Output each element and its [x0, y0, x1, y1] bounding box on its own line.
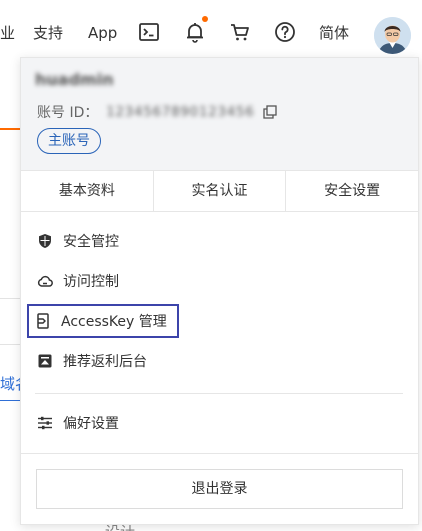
menu-item-label: 访问控制: [63, 274, 119, 290]
menu-item-label: AccessKey 管理: [61, 314, 167, 330]
nav-item-language[interactable]: 简体: [319, 22, 349, 44]
nav-item-support[interactable]: 支持: [33, 22, 63, 44]
cloud-icon: [37, 275, 53, 287]
account-id-row: 账号 ID： 1234567890123456: [37, 102, 277, 122]
key-icon: [37, 313, 49, 329]
bell-icon[interactable]: [183, 20, 207, 44]
account-dropdown: huadmin 账号 ID： 1234567890123456 主账号 基本资料…: [20, 57, 419, 525]
tab-basic-info[interactable]: 基本资料: [21, 171, 154, 211]
sliders-icon: [38, 416, 52, 430]
logout-button[interactable]: 退出登录: [36, 469, 403, 509]
menu-item-label: 安全管控: [63, 234, 119, 250]
tab-security-settings[interactable]: 安全设置: [286, 171, 418, 211]
account-id-label: 账号 ID：: [37, 105, 99, 121]
background-divider: [0, 344, 20, 345]
shield-icon: [39, 234, 51, 248]
rebate-icon: [38, 354, 52, 368]
menu-item-preferences[interactable]: 偏好设置: [35, 408, 119, 438]
avatar[interactable]: [374, 17, 411, 54]
menu-item-access-control[interactable]: 访问控制: [35, 266, 119, 296]
menu-item-accesskey[interactable]: AccessKey 管理: [27, 304, 179, 338]
account-header: huadmin 账号 ID： 1234567890123456 主账号: [21, 58, 418, 170]
menu-item-rebate[interactable]: 推荐返利后台: [35, 346, 147, 376]
menu-item-security-control[interactable]: 安全管控: [35, 226, 119, 256]
background-link[interactable]: 域名: [0, 373, 20, 394]
help-icon[interactable]: [273, 20, 297, 44]
account-id-value: 1234567890123456: [106, 104, 255, 120]
copy-icon[interactable]: [263, 105, 277, 119]
nav-item-partial[interactable]: 业: [0, 22, 15, 44]
nav-item-app[interactable]: App: [88, 22, 117, 44]
notification-dot: [202, 16, 208, 22]
background-link-underline: [0, 400, 20, 401]
menu-divider: [21, 453, 418, 454]
menu-item-label: 推荐返利后台: [63, 354, 147, 370]
username: huadmin: [35, 70, 114, 89]
menu-divider: [35, 393, 403, 394]
terminal-icon[interactable]: [137, 20, 161, 44]
background-divider: [0, 298, 20, 299]
tab-real-name[interactable]: 实名认证: [154, 171, 287, 211]
main-account-badge: 主账号: [37, 128, 101, 154]
account-tabs: 基本资料 实名认证 安全设置: [21, 170, 418, 212]
background-active-indicator: [0, 128, 20, 130]
menu-item-label: 偏好设置: [63, 416, 119, 432]
cart-icon[interactable]: [228, 20, 252, 44]
user-avatar-icon: [374, 17, 411, 54]
